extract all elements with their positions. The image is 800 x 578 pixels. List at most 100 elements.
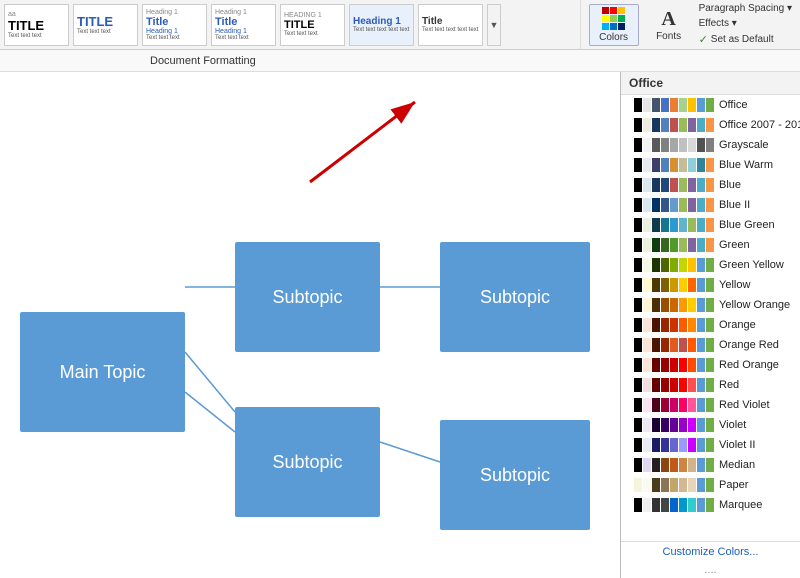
color-row-item[interactable]: Violet II	[621, 435, 800, 455]
paragraph-spacing-button[interactable]: Paragraph Spacing ▾	[699, 3, 792, 14]
swatch	[643, 198, 651, 212]
swatch	[634, 378, 642, 392]
swatch	[679, 198, 687, 212]
style-thumb-normal[interactable]: aa TITLE Text text text	[4, 4, 69, 46]
color-row-item[interactable]: Green	[621, 235, 800, 255]
swatch	[652, 138, 660, 152]
color-row-item[interactable]: Orange Red	[621, 335, 800, 355]
swatch	[652, 418, 660, 432]
color-row-item[interactable]: Blue Green	[621, 215, 800, 235]
color-row-item[interactable]: Violet	[621, 415, 800, 435]
colors-button[interactable]: Colors	[589, 4, 639, 46]
customize-colors-button[interactable]: Customize Colors...	[621, 541, 800, 562]
swatch	[625, 458, 633, 472]
swatch	[652, 398, 660, 412]
swatch	[679, 118, 687, 132]
color-theme-name: Red Violet	[719, 399, 770, 411]
swatch	[625, 98, 633, 112]
style-thumb-title[interactable]: TITLE Text text text	[73, 4, 138, 46]
color-row-item[interactable]: Office 2007 - 2010	[621, 115, 800, 135]
swatch	[688, 498, 696, 512]
swatch	[688, 218, 696, 232]
swatch	[679, 278, 687, 292]
swatch	[697, 298, 705, 312]
swatch	[643, 318, 651, 332]
fonts-button[interactable]: A Fonts	[647, 6, 691, 44]
color-row-item[interactable]: Yellow	[621, 275, 800, 295]
colors-icon	[602, 7, 625, 30]
swatch	[697, 418, 705, 432]
subtopic1-box: Subtopic	[235, 242, 380, 352]
color-row-item[interactable]: Paper	[621, 475, 800, 495]
style-thumb-heading1[interactable]: Heading 1 Title Heading 1 Text text text	[142, 4, 207, 46]
color-row-item[interactable]: Median	[621, 455, 800, 475]
swatch	[688, 158, 696, 172]
swatch	[661, 238, 669, 252]
color-row-item[interactable]: Blue	[621, 175, 800, 195]
swatch	[652, 118, 660, 132]
swatch	[697, 438, 705, 452]
swatch	[652, 478, 660, 492]
color-theme-name: Marquee	[719, 499, 762, 511]
color-row-item[interactable]: Office	[621, 95, 800, 115]
color-swatches	[625, 458, 714, 472]
color-row-item[interactable]: Marquee	[621, 495, 800, 515]
set-default-button[interactable]: ✓ Set as Default	[699, 33, 774, 46]
swatch	[625, 318, 633, 332]
style-thumb-plain[interactable]: Title Text text text text text	[418, 4, 483, 46]
color-theme-name: Blue II	[719, 199, 750, 211]
swatch	[634, 398, 642, 412]
style-thumb-heading3[interactable]: HEADING 1 TITLE Text text text	[280, 4, 345, 46]
swatch	[625, 298, 633, 312]
swatch	[670, 418, 678, 432]
swatch	[706, 138, 714, 152]
color-theme-name: Violet II	[719, 439, 756, 451]
color-swatches	[625, 258, 714, 272]
red-arrow-annotation	[300, 92, 430, 192]
colors-panel-header: Office	[621, 72, 800, 95]
swatch	[679, 398, 687, 412]
color-row-item[interactable]: Red Violet	[621, 395, 800, 415]
swatch	[634, 318, 642, 332]
scroll-down-arrow[interactable]: ▼	[487, 4, 501, 46]
color-row-item[interactable]: Blue Warm	[621, 155, 800, 175]
swatch	[706, 378, 714, 392]
subtopic1-label: Subtopic	[272, 287, 342, 308]
swatch	[679, 318, 687, 332]
swatch	[706, 158, 714, 172]
swatch	[625, 198, 633, 212]
swatch	[688, 398, 696, 412]
swatch	[679, 298, 687, 312]
swatch	[670, 398, 678, 412]
color-row-item[interactable]: Yellow Orange	[621, 295, 800, 315]
effects-button[interactable]: Effects ▾	[699, 18, 737, 29]
swatch	[643, 158, 651, 172]
style-thumb-heading2[interactable]: Heading 1 Title Heading 1 Text text text	[211, 4, 276, 46]
color-row-item[interactable]: Grayscale	[621, 135, 800, 155]
color-row-item[interactable]: Orange	[621, 315, 800, 335]
swatch	[706, 458, 714, 472]
swatch	[652, 278, 660, 292]
swatch	[661, 198, 669, 212]
color-theme-name: Blue Warm	[719, 159, 773, 171]
colors-list[interactable]: OfficeOffice 2007 - 2010Grayscale Blue Wa…	[621, 95, 800, 541]
swatch	[670, 478, 678, 492]
swatch	[706, 398, 714, 412]
color-swatches	[625, 218, 714, 232]
color-row-item[interactable]: Red	[621, 375, 800, 395]
swatch	[634, 278, 642, 292]
swatch	[670, 378, 678, 392]
color-row-item[interactable]: Green Yellow	[621, 255, 800, 275]
format-bar: Document Formatting	[0, 50, 800, 72]
style-thumb-blue[interactable]: Heading 1 Text text text text text	[349, 4, 414, 46]
swatch	[706, 118, 714, 132]
swatch	[652, 318, 660, 332]
color-row-item[interactable]: Blue II	[621, 195, 800, 215]
swatch	[643, 98, 651, 112]
swatch	[652, 338, 660, 352]
swatch	[652, 458, 660, 472]
swatch	[670, 218, 678, 232]
checkmark-icon: ✓	[699, 33, 708, 46]
swatch	[661, 258, 669, 272]
color-row-item[interactable]: Red Orange	[621, 355, 800, 375]
